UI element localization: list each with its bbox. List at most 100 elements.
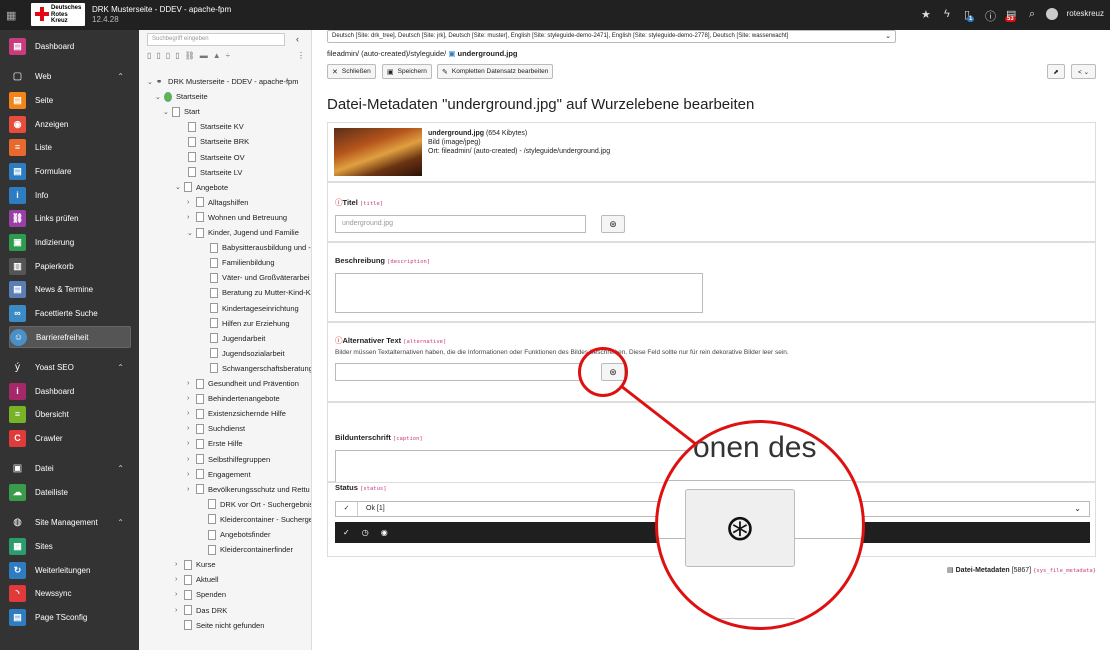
tree-node[interactable]: › Selbsthilfegruppen xyxy=(187,452,270,467)
tree-node[interactable]: › Engagement xyxy=(187,467,251,482)
drk-logo[interactable]: Deutsches Rotes Kreuz xyxy=(31,3,85,26)
file-thumbnail[interactable] xyxy=(334,128,422,176)
tree-toggle-icon[interactable]: › xyxy=(187,380,196,387)
tree-node[interactable]: Hilfen zur Erziehung xyxy=(201,316,290,331)
tree-toggle-icon[interactable]: › xyxy=(187,410,196,417)
tree-node[interactable]: › Wohnen und Betreuung xyxy=(187,210,287,225)
search-icon[interactable]: ⌕ xyxy=(1029,8,1035,21)
tree-toolbar-icons[interactable]: ▯▯▯▯⛓▬▲÷ xyxy=(147,51,235,60)
tree-node[interactable]: ⌄ Kinder, Jugend und Familie xyxy=(187,225,299,240)
edit-full-record-button[interactable]: ✎ Kompletten Datensatz bearbeiten xyxy=(437,64,554,79)
menu-liste[interactable]: ≡ Liste xyxy=(9,138,131,156)
menu-sites[interactable]: ▦ Sites xyxy=(9,537,131,555)
menu-formulare[interactable]: ▤ Formulare xyxy=(9,162,131,180)
share-button[interactable]: < ⌄ xyxy=(1071,64,1096,79)
title-input[interactable]: underground.jpg xyxy=(335,215,586,233)
menu-crawler[interactable]: C Crawler xyxy=(9,429,131,447)
star-icon[interactable]: ★ xyxy=(921,8,931,21)
alternative-input[interactable] xyxy=(335,363,580,381)
tree-toggle-icon[interactable]: ⌄ xyxy=(147,78,156,86)
tree-toggle-icon[interactable]: › xyxy=(187,486,196,493)
menu-papierkorb[interactable]: ▥ Papierkorb xyxy=(9,257,131,275)
menu-newssync[interactable]: ◝ Newssync xyxy=(9,584,131,602)
menu-dateiliste[interactable]: ☁ Dateiliste xyxy=(9,483,131,501)
tree-node[interactable]: Jugendsozialarbeit xyxy=(201,346,285,361)
collapse-tree-icon[interactable]: ‹ xyxy=(296,34,299,44)
check-icon[interactable]: ✓ xyxy=(343,528,350,537)
tree-node[interactable]: › Suchdienst xyxy=(187,421,245,436)
tree-node[interactable]: Startseite OV xyxy=(179,150,245,165)
tree-toggle-icon[interactable]: › xyxy=(175,607,184,614)
group-datei[interactable]: ▣ Datei ⌃ xyxy=(9,459,131,477)
eye-icon[interactable]: ◉ xyxy=(381,528,388,537)
group-site-management[interactable]: ◍ Site Management ⌃ xyxy=(9,513,131,531)
tree-node[interactable]: › Gesundheit und Prävention xyxy=(187,376,299,391)
tree-toggle-icon[interactable]: › xyxy=(187,440,196,447)
menu-page-tsconfig[interactable]: ▤ Page TSconfig xyxy=(9,608,131,626)
tree-node[interactable]: Babysitterausbildung und - xyxy=(201,240,311,255)
accessibility-button[interactable]: ⊛ xyxy=(601,215,625,233)
tree-node[interactable]: Kleidercontainerfinder xyxy=(199,542,293,557)
tree-toggle-icon[interactable]: › xyxy=(175,561,184,568)
menu-links-pruefen[interactable]: ⛓ Links prüfen xyxy=(9,209,131,227)
menu-info[interactable]: i Info xyxy=(9,186,131,204)
save-button[interactable]: ▣ Speichern xyxy=(382,64,432,79)
tree-node[interactable]: › Erste Hilfe xyxy=(187,436,243,451)
tree-node[interactable]: Startseite BRK xyxy=(179,134,249,149)
close-button[interactable]: ✕ Schließen xyxy=(327,64,376,79)
tree-toggle-icon[interactable]: ⌄ xyxy=(155,93,164,101)
tree-node[interactable]: ⌄ Angebote xyxy=(175,180,228,195)
menu-uebersicht[interactable]: ≡ Übersicht xyxy=(9,405,131,423)
description-textarea[interactable] xyxy=(335,273,703,313)
tree-node[interactable]: ⌄ Startseite xyxy=(155,89,208,104)
menu-weiterleitungen[interactable]: ↻ Weiterleitungen xyxy=(9,561,131,579)
tree-node[interactable]: › Existenzsichernde Hilfe xyxy=(187,406,286,421)
tree-node[interactable]: DRK vor Ort - Suchergebnis xyxy=(199,497,311,512)
language-select[interactable]: Deutsch [Site: drk_tree], Deutsch [Site:… xyxy=(327,30,896,43)
tree-toggle-icon[interactable]: ⌄ xyxy=(163,108,172,116)
tree-node[interactable]: › Alltagshilfen xyxy=(187,195,248,210)
tree-node[interactable]: › Kurse xyxy=(175,557,216,572)
tree-toggle-icon[interactable]: › xyxy=(187,214,196,221)
tree-toggle-icon[interactable]: › xyxy=(175,576,184,583)
tree-node[interactable]: Angebotsfinder xyxy=(199,527,270,542)
tree-node[interactable]: Familienbildung xyxy=(201,255,275,270)
tree-node[interactable]: Startseite LV xyxy=(179,165,242,180)
open-new-window-button[interactable]: ⬈ xyxy=(1047,64,1065,79)
tree-toggle-icon[interactable]: › xyxy=(187,395,196,402)
apps-icon[interactable]: ▦ xyxy=(6,9,18,22)
menu-yoast-dashboard[interactable]: i Dashboard xyxy=(9,382,131,400)
tree-toggle-icon[interactable]: › xyxy=(187,456,196,463)
tree-node[interactable]: Jugendarbeit xyxy=(201,331,265,346)
tree-node[interactable]: › Behindertenangebote xyxy=(187,391,280,406)
tree-node[interactable]: Schwangerschaftsberatung xyxy=(201,361,311,376)
menu-dashboard[interactable]: ▤ Dashboard xyxy=(9,37,131,55)
more-options-icon[interactable]: ⋮ xyxy=(297,51,305,60)
tree-node[interactable]: ⌄ Start xyxy=(163,104,200,119)
menu-indizierung[interactable]: ▣ Indizierung xyxy=(9,233,131,251)
tree-node[interactable]: Beratung zu Mutter-Kind-K xyxy=(201,285,311,300)
tree-node[interactable]: ⌄ ⚭ DRK Musterseite - DDEV - apache-fpm xyxy=(147,74,298,89)
user-avatar-icon[interactable] xyxy=(1046,8,1058,20)
group-yoast[interactable]: ý Yoast SEO ⌃ xyxy=(9,358,131,376)
clock-icon[interactable]: ◷ xyxy=(362,528,369,537)
tree-toggle-icon[interactable]: › xyxy=(187,425,196,432)
tree-node[interactable]: › Bevölkerungsschutz und Rettu xyxy=(187,482,310,497)
group-web[interactable]: ▢ Web ⌃ xyxy=(9,67,131,85)
menu-barrierefreiheit[interactable]: ☺ Barrierefreiheit xyxy=(9,326,131,348)
tree-toggle-icon[interactable]: › xyxy=(187,199,196,206)
bolt-icon[interactable]: ϟ xyxy=(944,8,950,20)
username[interactable]: roteskreuz xyxy=(1067,9,1104,18)
tree-node[interactable]: › Das DRK xyxy=(175,603,227,618)
menu-seite[interactable]: ▤ Seite xyxy=(9,91,131,109)
menu-facettierte-suche[interactable]: ∞ Facettierte Suche xyxy=(9,304,131,322)
tree-node[interactable]: Seite nicht gefunden xyxy=(175,618,264,633)
tree-node[interactable]: › Aktuell xyxy=(175,572,219,587)
tree-node[interactable]: Kleidercontainer - Suchergebn xyxy=(199,512,311,527)
tree-toggle-icon[interactable]: ⌄ xyxy=(175,183,184,191)
tree-toggle-icon[interactable]: › xyxy=(187,471,196,478)
menu-anzeigen[interactable]: ◉ Anzeigen xyxy=(9,115,131,133)
menu-news[interactable]: ▤ News & Termine xyxy=(9,280,131,298)
tree-search-input[interactable]: Suchbegriff eingeben xyxy=(147,33,285,46)
tree-node[interactable]: Startseite KV xyxy=(179,119,244,134)
